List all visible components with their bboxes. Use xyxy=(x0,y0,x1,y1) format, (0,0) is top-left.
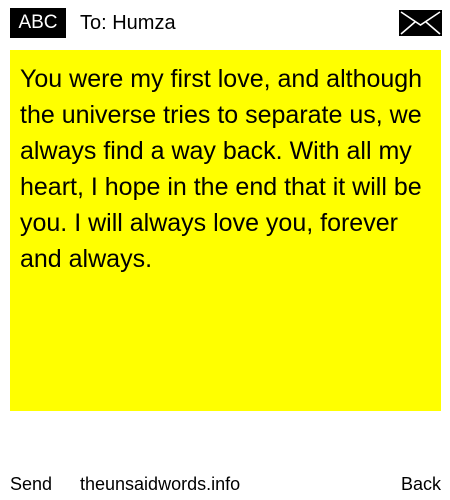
site-link[interactable]: theunsaidwords.info xyxy=(80,468,240,500)
send-link[interactable]: Send xyxy=(10,468,52,500)
footer-bar: Send theunsaidwords.info Back xyxy=(0,468,450,500)
abc-badge: ABC xyxy=(10,8,66,38)
back-link[interactable]: Back xyxy=(401,468,441,500)
message-note: You were my first love, and although the… xyxy=(10,50,441,411)
envelope-icon[interactable] xyxy=(399,10,442,36)
top-bar: ABC To: Humza xyxy=(0,0,450,44)
recipient-label: To: Humza xyxy=(80,12,176,34)
